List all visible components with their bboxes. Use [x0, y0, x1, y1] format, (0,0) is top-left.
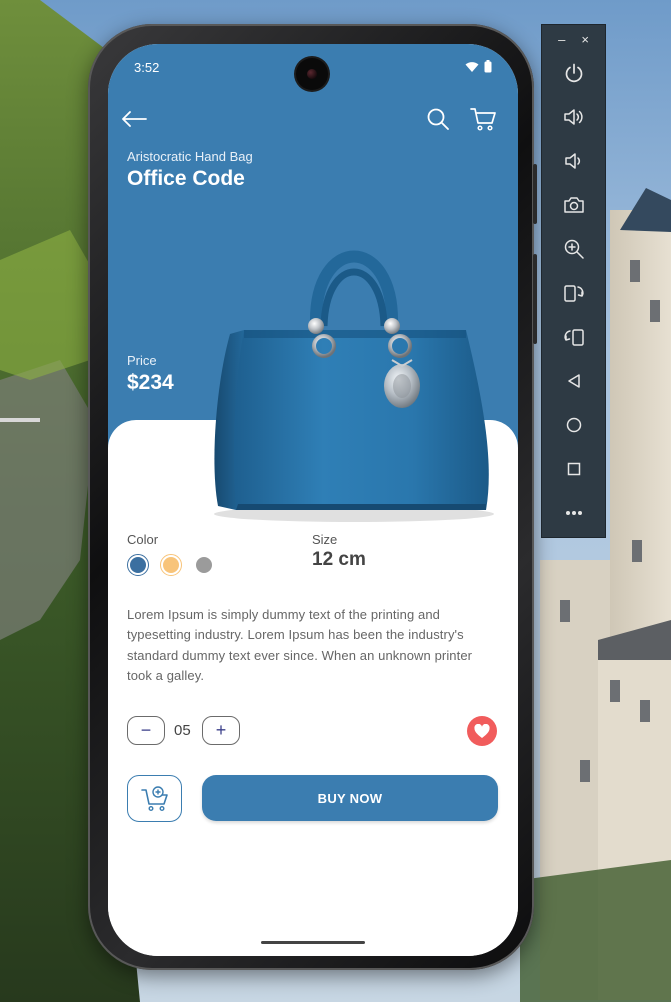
screenshot-button[interactable]: [562, 193, 586, 217]
color-swatch-gray[interactable]: [193, 554, 215, 576]
quantity-increase-button[interactable]: +: [202, 716, 240, 745]
power-icon: [565, 63, 583, 83]
home-indicator[interactable]: [261, 941, 365, 944]
battery-icon: [484, 60, 492, 73]
camera-icon: [564, 197, 584, 213]
quantity-decrease-button[interactable]: −: [127, 716, 165, 745]
phone-volume-button: [533, 254, 537, 344]
nav-back-button[interactable]: [562, 369, 586, 393]
phone-side-button: [533, 164, 537, 224]
buy-now-button[interactable]: BUY NOW: [202, 775, 498, 821]
product-description: Lorem Ipsum is simply dummy text of the …: [127, 607, 473, 683]
product-image: [214, 250, 494, 522]
heart-icon: [474, 723, 490, 738]
rotate-left-icon: [564, 329, 584, 346]
arrow-left-icon: [122, 111, 147, 127]
color-swatch-blue[interactable]: [127, 554, 149, 576]
rotate-right-icon: [564, 285, 584, 302]
favorite-button[interactable]: [467, 716, 497, 746]
overview-square-icon: [567, 462, 581, 476]
cart-button[interactable]: [468, 104, 498, 134]
search-icon: [427, 108, 449, 130]
price-value: $234: [127, 371, 174, 394]
emulator-toolbar: – ×: [541, 24, 606, 538]
emulator-window-controls: – ×: [542, 25, 605, 53]
phone-screen: 3:52 Aristocratic Hand Bag Office Code P…: [108, 44, 518, 956]
price-label: Price: [127, 353, 157, 368]
color-swatches: [127, 554, 215, 576]
nav-home-button[interactable]: [562, 413, 586, 437]
cart-plus-icon: [140, 785, 168, 811]
color-label: Color: [127, 532, 159, 547]
size-value: 12 cm: [312, 549, 366, 570]
front-camera: [296, 58, 328, 90]
rotate-right-button[interactable]: [562, 281, 586, 305]
nav-overview-button[interactable]: [562, 457, 586, 481]
product-subtitle: Aristocratic Hand Bag: [127, 149, 253, 164]
close-button[interactable]: ×: [581, 32, 589, 47]
volume-up-icon: [564, 109, 583, 125]
more-options-button[interactable]: [562, 501, 586, 525]
more-icon: [566, 511, 582, 515]
search-button[interactable]: [423, 104, 453, 134]
size-label: Size: [312, 532, 338, 547]
home-circle-icon: [566, 417, 582, 433]
cart-icon: [470, 108, 496, 131]
status-icons: [465, 60, 492, 73]
volume-down-button[interactable]: [562, 149, 586, 173]
volume-down-icon: [565, 153, 581, 169]
zoom-button[interactable]: [562, 237, 586, 261]
power-button[interactable]: [562, 61, 586, 85]
add-to-cart-button[interactable]: [127, 775, 182, 822]
status-time: 3:52: [134, 60, 160, 75]
volume-up-button[interactable]: [562, 105, 586, 129]
wifi-icon: [465, 61, 479, 72]
back-triangle-icon: [568, 374, 580, 388]
minimize-button[interactable]: –: [558, 32, 565, 47]
rotate-left-button[interactable]: [562, 325, 586, 349]
color-swatch-orange[interactable]: [160, 554, 182, 576]
product-title: Office Code: [127, 167, 245, 190]
back-button[interactable]: [119, 104, 149, 134]
zoom-in-icon: [564, 239, 584, 259]
status-bar: 3:52: [108, 44, 518, 90]
quantity-value: 05: [174, 722, 191, 739]
